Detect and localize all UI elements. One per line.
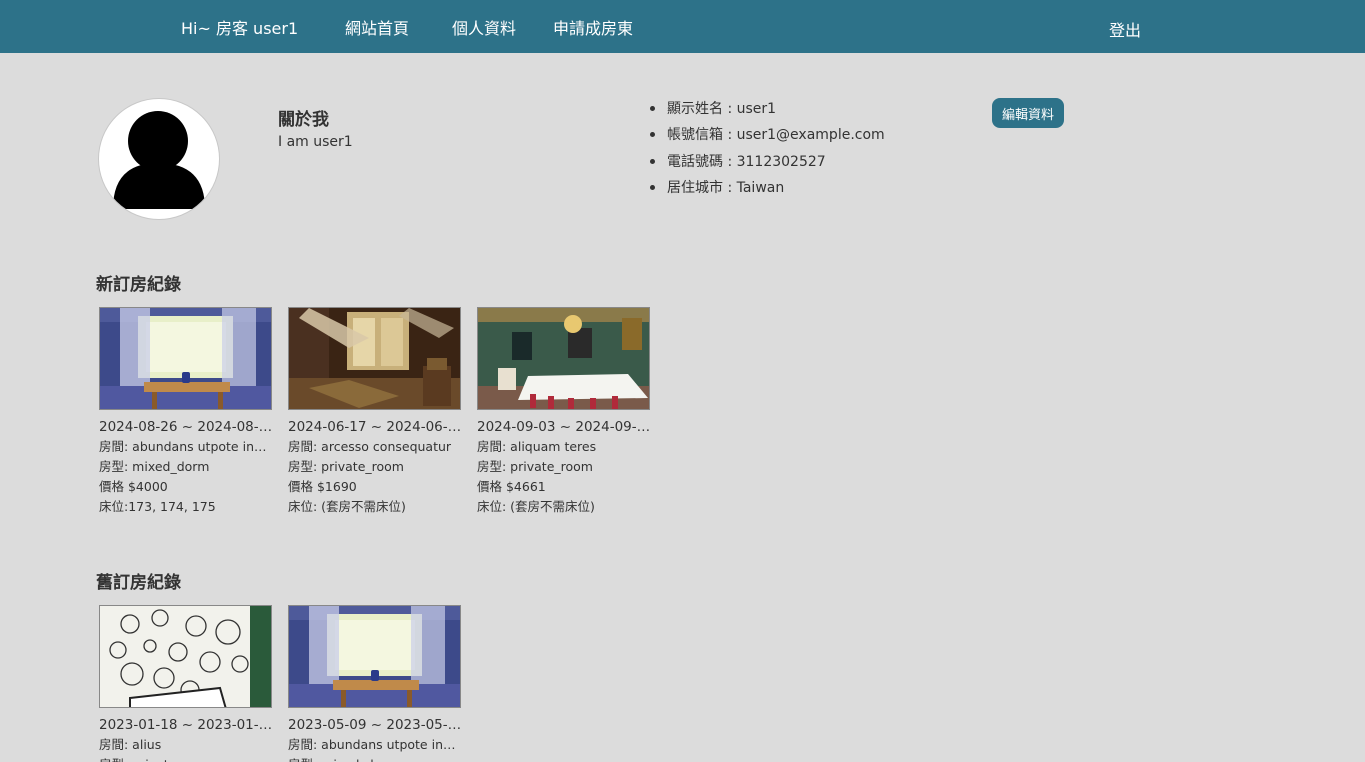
booking-card[interactable]: 2024-08-26 ~ 2024-08-28 房間: abundans utp… bbox=[99, 307, 273, 517]
edit-profile-button[interactable]: 編輯資料 bbox=[992, 98, 1064, 128]
circles-paper-image bbox=[100, 606, 271, 707]
booking-date: 2024-09-03 ~ 2024-09-05 bbox=[477, 419, 651, 435]
booking-room: 房間: aliquam teres bbox=[477, 439, 597, 454]
booking-beds: 床位: (套房不需床位) bbox=[477, 499, 595, 514]
booking-date: 2023-01-18 ~ 2023-01-20 bbox=[99, 717, 273, 733]
about-title: 關於我 bbox=[278, 110, 329, 130]
phone-item: 電話號碼 : 3112302527 bbox=[650, 153, 885, 179]
room-image[interactable] bbox=[288, 307, 461, 410]
new-bookings-title: 新訂房紀錄 bbox=[96, 275, 181, 295]
booking-room: 房間: abundans utpote incidunt bbox=[99, 439, 273, 454]
booking-card[interactable]: 2024-06-17 ~ 2024-06-19 房間: arcesso cons… bbox=[288, 307, 462, 517]
top-navbar: Hi~ 房客 user1 網站首頁 個人資料 申請成房東 登出 bbox=[0, 0, 1365, 53]
window-dining-table-image bbox=[289, 606, 460, 707]
booking-beds: 床位: (套房不需床位) bbox=[288, 499, 406, 514]
booking-card[interactable]: 2024-09-03 ~ 2024-09-05 房間: aliquam tere… bbox=[477, 307, 651, 517]
room-image[interactable] bbox=[99, 307, 272, 410]
profile-info-list: 顯示姓名 : user1 帳號信箱 : user1@example.com 電話… bbox=[650, 100, 885, 205]
booking-date: 2023-05-09 ~ 2023-05-11 bbox=[288, 717, 462, 733]
user-silhouette-icon bbox=[113, 111, 205, 209]
logout-link[interactable]: 登出 bbox=[1109, 17, 1141, 41]
booking-date: 2024-08-26 ~ 2024-08-28 bbox=[99, 419, 273, 435]
booking-room: 房間: arcesso consequatur bbox=[288, 439, 452, 454]
room-image[interactable] bbox=[288, 605, 461, 708]
banquet-hall-image bbox=[478, 308, 649, 409]
booking-room: 房間: abundans utpote incidunt bbox=[288, 737, 462, 752]
room-image[interactable] bbox=[477, 307, 650, 410]
city-item: 居住城市 : Taiwan bbox=[650, 179, 885, 205]
booking-price: 價格 $4000 bbox=[99, 479, 168, 494]
booking-room-type: 房型: mixed_dorm bbox=[99, 459, 210, 474]
booking-price: 價格 $1690 bbox=[288, 479, 357, 494]
booking-date: 2024-06-17 ~ 2024-06-19 bbox=[288, 419, 462, 435]
booking-beds: 床位:173, 174, 175 bbox=[99, 499, 216, 514]
booking-room-type: 房型: private_room bbox=[99, 755, 273, 762]
display-name-item: 顯示姓名 : user1 bbox=[650, 100, 885, 126]
email-item: 帳號信箱 : user1@example.com bbox=[650, 126, 885, 152]
nav-apply-host-link[interactable]: 申請成房東 bbox=[553, 15, 633, 39]
booking-room-type: 房型: private_room bbox=[288, 459, 404, 474]
old-bookings-title: 舊訂房紀錄 bbox=[96, 573, 181, 593]
user-greeting: Hi~ 房客 user1 bbox=[181, 19, 299, 38]
booking-room-type: 房型: mixed_dorm bbox=[288, 755, 462, 762]
booking-price: 價格 $4661 bbox=[477, 479, 546, 494]
booking-card[interactable]: 2023-01-18 ~ 2023-01-20 房間: alius 房型: pr… bbox=[99, 605, 273, 762]
room-image[interactable] bbox=[99, 605, 272, 708]
about-text: I am user1 bbox=[278, 134, 353, 150]
window-dining-table-image bbox=[100, 308, 271, 409]
booking-room-type: 房型: private_room bbox=[477, 459, 593, 474]
booking-room: 房間: alius bbox=[99, 737, 162, 752]
abandoned-room-image bbox=[289, 308, 460, 409]
booking-card[interactable]: 2023-05-09 ~ 2023-05-11 房間: abundans utp… bbox=[288, 605, 462, 762]
nav-profile-link[interactable]: 個人資料 bbox=[452, 15, 516, 39]
nav-home-link[interactable]: 網站首頁 bbox=[345, 15, 409, 39]
avatar bbox=[98, 98, 220, 220]
